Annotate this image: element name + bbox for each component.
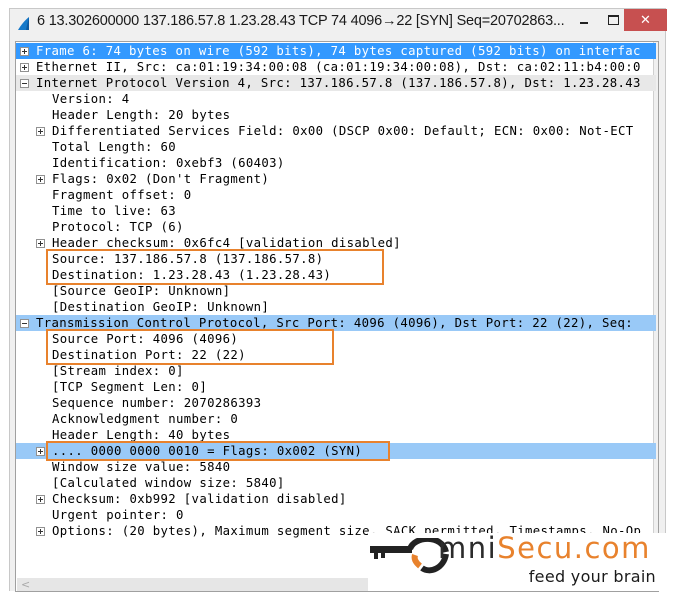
- expand-plus-icon[interactable]: [20, 63, 29, 72]
- tree-field-row[interactable]: Time to live: 63: [16, 203, 656, 219]
- expand-plus-icon[interactable]: [36, 447, 45, 456]
- row-text: Transmission Control Protocol, Src Port:…: [36, 316, 634, 330]
- tree-field-row[interactable]: [Source GeoIP: Unknown]: [16, 283, 656, 299]
- row-text: Acknowledgment number: 0: [52, 412, 239, 426]
- row-text: Protocol: TCP (6): [52, 220, 184, 234]
- tree-field-row[interactable]: Sequence number: 2070286393: [16, 395, 656, 411]
- close-icon: ✕: [640, 12, 651, 28]
- expand-plus-icon[interactable]: [36, 175, 45, 184]
- row-text: Internet Protocol Version 4, Src: 137.18…: [36, 76, 641, 90]
- row-text: Differentiated Services Field: 0x00 (DSC…: [52, 124, 634, 138]
- window-title: 6 13.302600000 137.186.57.8 1.23.28.43 T…: [37, 13, 565, 29]
- tree-field-row[interactable]: Flags: 0x02 (Don't Fragment): [16, 171, 656, 187]
- row-text: [Calculated window size: 5840]: [52, 476, 285, 490]
- tree-field-row[interactable]: [Destination GeoIP: Unknown]: [16, 299, 656, 315]
- expand-plus-icon[interactable]: [20, 47, 29, 56]
- tree-field-row[interactable]: Header Length: 40 bytes: [16, 427, 656, 443]
- row-text: Fragment offset: 0: [52, 188, 192, 202]
- row-text: Flags: 0x02 (Don't Fragment): [52, 172, 270, 186]
- collapse-minus-icon[interactable]: [20, 319, 29, 328]
- row-text: Total Length: 60: [52, 140, 177, 154]
- tree-protocol-row[interactable]: Transmission Control Protocol, Src Port:…: [16, 315, 656, 331]
- tree-field-row[interactable]: Header Length: 20 bytes: [16, 107, 656, 123]
- tree-field-row[interactable]: Source: 137.186.57.8 (137.186.57.8): [16, 251, 656, 267]
- tree-field-row[interactable]: Protocol: TCP (6): [16, 219, 656, 235]
- row-text: [Source GeoIP: Unknown]: [52, 284, 231, 298]
- tree-field-row[interactable]: Fragment offset: 0: [16, 187, 656, 203]
- row-text: Frame 6: 74 bytes on wire (592 bits), 74…: [36, 44, 641, 58]
- row-text: Header Length: 40 bytes: [52, 428, 231, 442]
- minimize-button[interactable]: [570, 9, 598, 31]
- tree-field-row[interactable]: Version: 4: [16, 91, 656, 107]
- tree-field-row[interactable]: .... 0000 0000 0010 = Flags: 0x002 (SYN): [16, 443, 656, 459]
- expand-plus-icon[interactable]: [36, 495, 45, 504]
- maximize-icon: [607, 15, 619, 25]
- wireshark-fin-icon: [18, 17, 29, 30]
- expand-plus-icon[interactable]: [36, 527, 45, 536]
- brand-name: mniSecu.com: [438, 531, 651, 565]
- omnisecu-watermark: mniSecu.com feed your brain: [368, 531, 668, 591]
- tree-field-row[interactable]: Acknowledgment number: 0: [16, 411, 656, 427]
- row-text: Header checksum: 0x6fc4 [validation disa…: [52, 236, 401, 250]
- row-text: Window size value: 5840: [52, 460, 231, 474]
- tree-field-row[interactable]: Destination: 1.23.28.43 (1.23.28.43): [16, 267, 656, 283]
- tree-field-row[interactable]: [Stream index: 0]: [16, 363, 656, 379]
- row-text: Destination: 1.23.28.43 (1.23.28.43): [52, 268, 332, 282]
- row-text: Source Port: 4096 (4096): [52, 332, 239, 346]
- row-text: .... 0000 0000 0010 = Flags: 0x002 (SYN): [52, 444, 363, 458]
- close-button[interactable]: ✕: [624, 9, 667, 31]
- row-text: Checksum: 0xb992 [validation disabled]: [52, 492, 347, 506]
- tree-field-row[interactable]: Destination Port: 22 (22): [16, 347, 656, 363]
- row-text: [Destination GeoIP: Unknown]: [52, 300, 270, 314]
- expand-plus-icon[interactable]: [36, 239, 45, 248]
- row-text: Version: 4: [52, 92, 130, 106]
- row-text: [Stream index: 0]: [52, 364, 184, 378]
- tree-field-row[interactable]: Source Port: 4096 (4096): [16, 331, 656, 347]
- tree-field-row[interactable]: Window size value: 5840: [16, 459, 656, 475]
- tree-field-row[interactable]: [TCP Segment Len: 0]: [16, 379, 656, 395]
- row-text: Header Length: 20 bytes: [52, 108, 231, 122]
- tree-protocol-row[interactable]: Ethernet II, Src: ca:01:19:34:00:08 (ca:…: [16, 59, 656, 75]
- minimize-icon: [580, 22, 588, 24]
- tree-field-row[interactable]: Identification: 0xebf3 (60403): [16, 155, 656, 171]
- brand-dark-text: mni: [438, 531, 498, 565]
- tree-protocol-row[interactable]: Frame 6: 74 bytes on wire (592 bits), 74…: [16, 43, 656, 59]
- scroll-left-arrow-icon[interactable]: <: [21, 578, 30, 591]
- row-text: Source: 137.186.57.8 (137.186.57.8): [52, 252, 324, 266]
- row-text: Urgent pointer: 0: [52, 508, 184, 522]
- tree-field-row[interactable]: [Calculated window size: 5840]: [16, 475, 656, 491]
- brand-accent-text: Secu.com: [497, 531, 651, 565]
- maximize-button[interactable]: [600, 9, 626, 31]
- expand-plus-icon[interactable]: [36, 127, 45, 136]
- row-text: Sequence number: 2070286393: [52, 396, 262, 410]
- tree-field-row[interactable]: Checksum: 0xb992 [validation disabled]: [16, 491, 656, 507]
- row-text: [TCP Segment Len: 0]: [52, 380, 208, 394]
- packet-details-tree[interactable]: < Frame 6: 74 bytes on wire (592 bits), …: [15, 41, 659, 592]
- row-text: Time to live: 63: [52, 204, 177, 218]
- tree-protocol-row[interactable]: Internet Protocol Version 4, Src: 137.18…: [16, 75, 656, 91]
- collapse-minus-icon[interactable]: [20, 79, 29, 88]
- row-text: Destination Port: 22 (22): [52, 348, 246, 362]
- tree-field-row[interactable]: Header checksum: 0x6fc4 [validation disa…: [16, 235, 656, 251]
- tree-field-row[interactable]: Differentiated Services Field: 0x00 (DSC…: [16, 123, 656, 139]
- row-text: Ethernet II, Src: ca:01:19:34:00:08 (ca:…: [36, 60, 641, 74]
- title-bar[interactable]: 6 13.302600000 137.186.57.8 1.23.28.43 T…: [10, 9, 667, 39]
- packet-detail-window: 6 13.302600000 137.186.57.8 1.23.28.43 T…: [9, 8, 667, 592]
- brand-tagline: feed your brain: [528, 567, 656, 586]
- row-text: Identification: 0xebf3 (60403): [52, 156, 285, 170]
- tree-field-row[interactable]: Total Length: 60: [16, 139, 656, 155]
- tree-field-row[interactable]: Urgent pointer: 0: [16, 507, 656, 523]
